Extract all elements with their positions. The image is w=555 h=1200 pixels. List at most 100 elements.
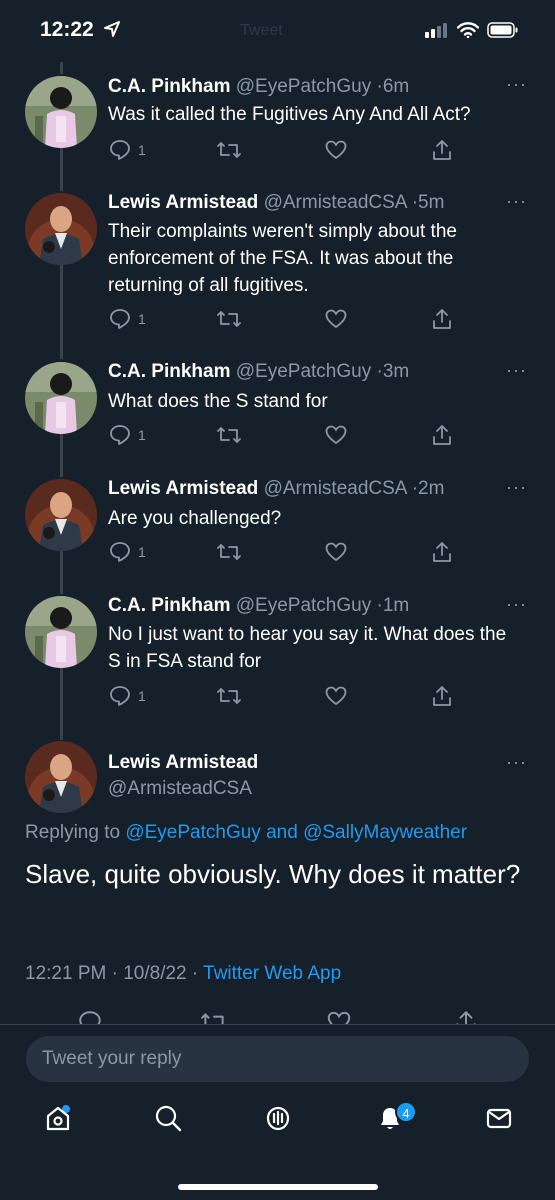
like-button[interactable] <box>324 423 348 447</box>
main-tweet-handle[interactable]: @ArmisteadCSA <box>108 778 252 800</box>
tweet-text: Their complaints weren't simply about th… <box>108 221 457 296</box>
replying-to-line: Replying to @EyePatchGuy and @SallyMaywe… <box>25 822 467 844</box>
tab-spaces[interactable] <box>263 1103 293 1138</box>
more-options-button[interactable]: ··· <box>506 594 527 615</box>
retweet-button[interactable] <box>216 307 242 331</box>
main-tweet-text: Slave, quite obviously. Why does it matt… <box>25 859 521 889</box>
heart-icon <box>325 542 347 562</box>
tweet-header: C.A. Pinkham @EyePatchGuy ·3m <box>108 361 525 383</box>
like-button[interactable] <box>324 540 348 564</box>
tweet-source-link[interactable]: Twitter Web App <box>203 963 341 984</box>
mention-link[interactable]: @EyePatchGuy <box>125 822 260 843</box>
more-options-button[interactable]: ··· <box>506 191 527 212</box>
share-button[interactable] <box>430 423 454 447</box>
reply-button[interactable]: 1 <box>108 684 146 708</box>
retweet-button[interactable] <box>216 540 242 564</box>
display-name[interactable]: C.A. Pinkham <box>108 76 230 97</box>
bottom-panel: Tweet your reply 4 <box>0 1025 555 1200</box>
tweet-header: C.A. Pinkham @EyePatchGuy ·1m <box>108 595 525 617</box>
tweet-actions: 1 <box>108 138 458 164</box>
reply-button[interactable]: 1 <box>108 540 146 564</box>
share-button[interactable] <box>430 684 454 708</box>
avatar[interactable] <box>25 193 97 265</box>
tweet-time: 5m <box>418 192 445 213</box>
reply-button[interactable]: 1 <box>108 423 146 447</box>
share-button[interactable] <box>430 307 454 331</box>
avatar[interactable] <box>25 596 97 668</box>
status-time: 12:22 <box>40 18 94 41</box>
user-handle[interactable]: @EyePatchGuy <box>236 361 371 382</box>
heart-icon <box>325 425 347 445</box>
header-title-ghost: Tweet <box>240 22 283 39</box>
tab-search[interactable] <box>153 1103 183 1138</box>
share-button[interactable] <box>430 540 454 564</box>
main-tweet-display-name[interactable]: Lewis Armistead <box>108 752 258 774</box>
like-button[interactable] <box>324 684 348 708</box>
main-tweet-avatar[interactable] <box>25 741 97 813</box>
display-name[interactable]: C.A. Pinkham <box>108 595 230 616</box>
reply-count: 1 <box>138 544 146 560</box>
retweet-button[interactable] <box>216 684 242 708</box>
more-options-button[interactable]: ··· <box>506 74 527 95</box>
display-name[interactable]: C.A. Pinkham <box>108 361 230 382</box>
tweet-text: What does the S stand for <box>108 391 328 412</box>
user-handle[interactable]: @ArmisteadCSA <box>264 478 407 499</box>
tweet-header: Lewis Armistead @ArmisteadCSA ·5m <box>108 192 525 214</box>
share-icon <box>433 140 451 160</box>
more-options-button[interactable]: ··· <box>506 360 527 381</box>
tweet-actions: 1 <box>108 540 458 566</box>
share-button[interactable] <box>430 138 454 162</box>
more-options-button[interactable]: ··· <box>506 752 527 773</box>
reply-count: 1 <box>138 427 146 443</box>
tweet-timestamp[interactable]: 12:21 PM · 10/8/22 · <box>25 963 198 984</box>
reply-button[interactable]: 1 <box>108 138 146 162</box>
user-handle[interactable]: @EyePatchGuy <box>236 595 371 616</box>
user-handle[interactable]: @ArmisteadCSA <box>264 192 407 213</box>
tweet-actions: 1 <box>108 684 458 710</box>
tweet-time: 2m <box>418 478 445 499</box>
replying-to-label: Replying to <box>25 822 121 843</box>
like-button[interactable] <box>324 138 348 162</box>
tweet-actions: 1 <box>108 423 458 449</box>
battery-icon <box>487 22 519 43</box>
thread-connector <box>60 62 63 74</box>
reply-icon <box>110 425 130 445</box>
bottom-tab-bar <box>0 1103 555 1143</box>
tweet-metadata: 12:21 PM · 10/8/22 · Twitter Web App <box>25 963 341 985</box>
display-name[interactable]: Lewis Armistead <box>108 192 258 213</box>
heart-icon <box>325 309 347 329</box>
tweet-reply-input[interactable]: Tweet your reply <box>26 1036 529 1082</box>
reply-count: 1 <box>138 311 146 327</box>
tab-home[interactable] <box>43 1103 73 1138</box>
home-indicator[interactable] <box>178 1184 378 1190</box>
avatar[interactable] <box>25 76 97 148</box>
avatar[interactable] <box>25 479 97 551</box>
status-bar: 12:22 Tweet <box>0 0 555 62</box>
tweet-time: 6m <box>382 76 410 97</box>
avatar[interactable] <box>25 362 97 434</box>
retweet-icon <box>217 311 241 327</box>
thread-connector <box>60 265 63 359</box>
retweet-icon <box>217 427 241 443</box>
tweet-time: 1m <box>382 595 410 616</box>
retweet-icon <box>217 142 241 158</box>
retweet-icon <box>217 544 241 560</box>
spaces-icon <box>266 1106 290 1131</box>
replying-and-label: and <box>266 822 298 843</box>
reply-button[interactable]: 1 <box>108 307 146 331</box>
tweet-text: No I just want to hear you say it. What … <box>108 624 507 672</box>
tab-messages[interactable] <box>484 1103 514 1138</box>
wifi-icon <box>456 22 480 43</box>
retweet-button[interactable] <box>216 423 242 447</box>
location-arrow-icon <box>103 20 121 43</box>
cellular-signal-icon <box>425 22 449 43</box>
retweet-button[interactable] <box>216 138 242 162</box>
display-name[interactable]: Lewis Armistead <box>108 478 258 499</box>
thread-connector <box>60 668 63 740</box>
mention-link[interactable]: @SallyMayweather <box>303 822 467 843</box>
reply-count: 1 <box>138 142 146 158</box>
like-button[interactable] <box>324 307 348 331</box>
heart-icon <box>325 140 347 160</box>
more-options-button[interactable]: ··· <box>506 477 527 498</box>
user-handle[interactable]: @EyePatchGuy <box>236 76 371 97</box>
